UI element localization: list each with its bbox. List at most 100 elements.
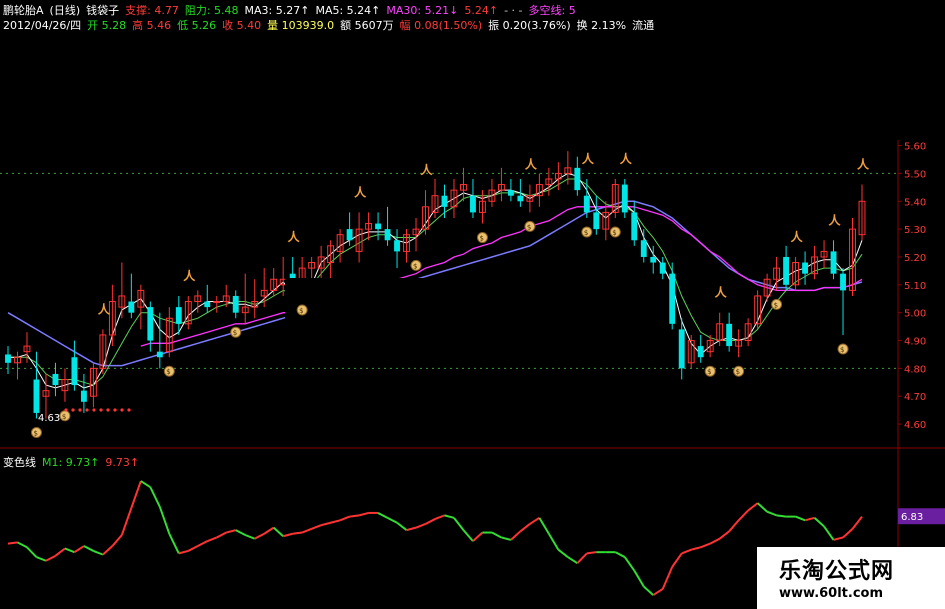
money-bag-icon-glyph: $	[584, 229, 588, 237]
indicator-segment	[813, 517, 825, 528]
indicator-segment	[747, 502, 759, 512]
indicator-segment	[158, 506, 171, 535]
candle-body	[5, 354, 11, 363]
price-tick-label: 4.70	[904, 392, 926, 403]
price-tick-label: 5.20	[904, 253, 926, 264]
indicator-segment	[216, 531, 227, 539]
low-marker-dot	[71, 408, 75, 412]
indicator-segment	[823, 525, 835, 541]
candle-body	[517, 195, 524, 202]
candle-body	[574, 167, 581, 191]
indicator-segment	[17, 541, 28, 549]
running-man-icon: 人	[183, 268, 196, 283]
indicator-segment	[396, 521, 408, 531]
low-marker-dot	[127, 408, 131, 412]
candle-body	[631, 212, 638, 241]
indicator-segment	[633, 570, 645, 588]
indicator-segment	[586, 551, 597, 555]
indicator-segment	[64, 547, 75, 554]
indicator-segment	[36, 556, 47, 562]
indicator-segment	[301, 527, 313, 534]
low-marker-dot	[85, 408, 89, 412]
indicator-segment	[415, 523, 426, 529]
candle-body	[678, 329, 685, 369]
price-tick-label: 5.60	[904, 142, 926, 153]
low-marker-dot	[106, 408, 110, 412]
indicator-segment	[681, 548, 692, 555]
candle-body	[156, 351, 163, 358]
low-price-label: 4.63	[38, 413, 60, 424]
money-bag-icon-glyph: $	[774, 301, 778, 309]
candle-body	[384, 229, 391, 241]
indicator-segment	[130, 480, 142, 509]
price-tick-label: 5.40	[904, 197, 926, 208]
candle-body	[659, 262, 666, 274]
indicator-segment	[614, 551, 626, 558]
candle-body	[593, 212, 600, 230]
indicator-segment	[709, 537, 721, 545]
indicator-segment	[320, 521, 331, 527]
indicator-segment	[652, 588, 664, 596]
low-marker-dot	[99, 408, 103, 412]
indicator-segment	[225, 529, 236, 534]
indicator-segment	[140, 480, 151, 489]
candle-body	[71, 357, 78, 386]
money-bag-icon-glyph: $	[33, 430, 37, 438]
indicator-segment	[851, 515, 863, 530]
price-tick-label: 5.30	[904, 225, 926, 236]
kline-chart[interactable]: 5.60 5.50 5.40 5.30 5.20 5.10 5.00 4.90 4.80 4.70…	[0, 0, 945, 609]
low-marker-dot	[92, 408, 96, 412]
indicator-segment	[244, 534, 256, 540]
candle-body	[583, 195, 590, 213]
indicator-segment	[434, 514, 445, 520]
candle-body	[441, 195, 448, 207]
indicator-segment	[387, 516, 398, 524]
indicator-segment	[406, 526, 417, 532]
indicator-segment	[567, 556, 578, 565]
watermark-title: 乐淘公式网	[779, 559, 895, 584]
low-marker-dot	[78, 408, 82, 412]
indicator-segment	[254, 532, 265, 540]
indicator-segment	[623, 556, 636, 572]
stock-chart-window: { "header": { "row1": [ {"text":"鹏轮胎A","…	[0, 0, 945, 609]
low-marker-dot	[113, 408, 117, 412]
indicator-segment	[83, 545, 94, 552]
running-man-icon: 人	[791, 229, 804, 244]
price-tick-label: 5.50	[904, 169, 926, 180]
indicator-segment	[120, 507, 133, 536]
indicator-segment	[54, 547, 66, 557]
indicator-segment	[168, 533, 180, 554]
indicator-segment	[661, 566, 674, 590]
candle-body	[375, 223, 382, 230]
indicator-segment	[330, 519, 341, 524]
indicator-segment	[263, 526, 275, 535]
indicator-segment	[538, 517, 550, 535]
indicator-segment	[377, 512, 389, 519]
indicator-segment	[358, 511, 369, 517]
indicator-segment	[425, 518, 436, 525]
indicator-segment	[756, 502, 768, 513]
low-marker-dot	[120, 408, 124, 412]
indicator-value-label: 6.83	[901, 512, 923, 523]
running-man-icon: 人	[582, 151, 595, 166]
indicator-segment	[7, 541, 18, 545]
indicator-segment	[73, 545, 85, 554]
indicator-segment	[548, 533, 560, 551]
indicator-segment	[842, 528, 854, 539]
running-man-icon: 人	[354, 184, 367, 199]
candle-body	[669, 273, 676, 324]
indicator-segment	[111, 534, 123, 547]
indicator-segment	[728, 519, 740, 532]
indicator-segment	[700, 542, 711, 549]
candle-body	[802, 262, 809, 274]
money-bag-icon-glyph: $	[62, 413, 66, 421]
money-bag-icon-glyph: $	[233, 329, 237, 337]
indicator-segment	[472, 531, 484, 542]
indicator-segment	[491, 531, 502, 539]
watermark-panel: 乐淘公式网 www.60lt.com	[757, 547, 945, 609]
candle-body	[204, 301, 211, 308]
running-man-icon: 人	[98, 301, 111, 316]
money-bag-icon-glyph: $	[840, 346, 844, 354]
indicator-segment	[529, 516, 540, 525]
indicator-segment	[273, 526, 284, 537]
